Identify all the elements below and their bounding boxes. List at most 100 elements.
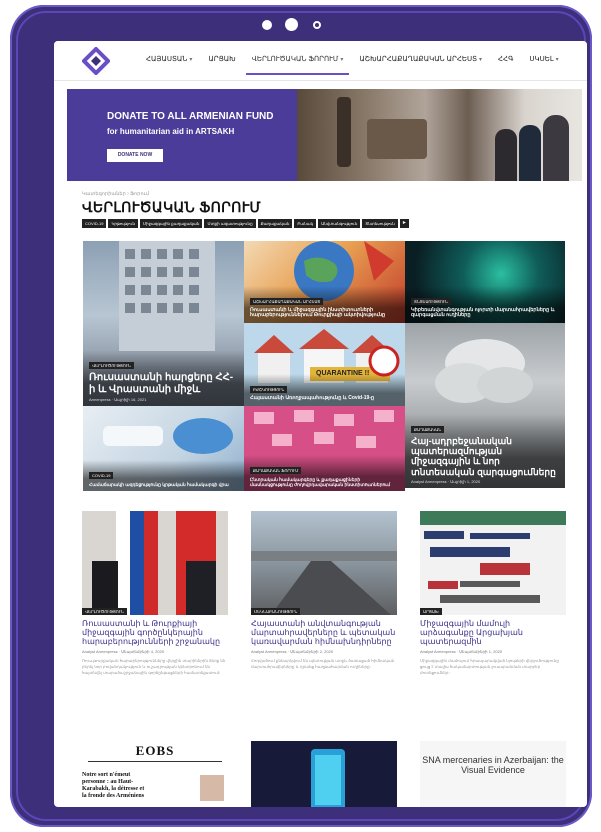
article-card-3[interactable]: ԱՐՑԱԽ Միջազգային մամուլի արձագանքը Արցախ…: [420, 511, 566, 677]
tile-title: Հայ-ադրբեջանական պատերազմության միջազգայ…: [411, 435, 556, 477]
tech-card[interactable]: [251, 741, 397, 807]
tile-overlay: ՔԱՂԱՔԱԿԱՆ Հայ-ադրբեջանական պատերազմությա…: [405, 413, 565, 488]
camera-ring: [313, 21, 321, 29]
article-card-1[interactable]: ՎԵՐԼՈՒԾՈՒԹՅՈՒՆ Ռուսաստանի և Թուրքիայի մի…: [82, 511, 228, 677]
card-excerpt: Հոդվածում քննարկվում են պետության առջև ծ…: [251, 657, 395, 669]
rail-illustration: [251, 551, 397, 615]
photo-child-2: [519, 125, 541, 181]
donate-banner[interactable]: DONATE TO ALL ARMENIAN FUND for humanita…: [67, 89, 582, 181]
nav-item-label: ՀԱՅԱՍՏԱՆ: [146, 56, 188, 63]
tag-0[interactable]: COVID-19: [82, 219, 107, 228]
card-meta: Analyst Armenpress · Սեպտեմբերի 1, 2020: [420, 648, 503, 654]
nav-item-label: ՍԿՍԵԼ: [529, 56, 554, 63]
card-title[interactable]: Հայաստանի անվտանգության մարտահրավերները …: [251, 619, 397, 647]
tag-2[interactable]: Միջազգային քաղաքական: [140, 219, 203, 228]
nav-item-label: ՎԵՐԼՈՒԾԱԿԱՆ ՖՈՐՈՒՄ: [251, 56, 339, 63]
phone-illustration: [311, 749, 345, 807]
nav-item-4[interactable]: ՀՀԳ: [492, 53, 519, 75]
tags-more-button[interactable]: ▸: [399, 219, 409, 228]
tag-7[interactable]: Տնտեսություն: [362, 219, 398, 228]
card-image: ԱՐՑԱԽ: [420, 511, 566, 615]
mosaic-tile-4[interactable]: QUARANTINE !! ԲԺՇԿՈՒԹՅՈՒՆ Հայաստանի Առող…: [244, 323, 405, 406]
more-articles: EOBS Notre sort n'émeut personne : au Ha…: [82, 741, 572, 807]
card-image: ՄԵԿՆԱԲԱՆՈՒԹՅՈՒՆ: [251, 511, 397, 615]
sna-card[interactable]: SNA mercenaries in Azerbaijan: the Visua…: [420, 741, 566, 807]
word-cloud-illustration: [420, 511, 566, 603]
eobs-headline: Notre sort n'émeut personne : au Haut- K…: [82, 772, 145, 799]
chevron-down-icon: ▾: [479, 57, 483, 63]
flags-illustration: [82, 511, 228, 615]
photo-rubble: [367, 119, 427, 159]
tile-title: Կիբեռանվտանգության ոլորտի մարտահրավերներ…: [411, 306, 555, 319]
mosaic-tile-7[interactable]: ՔԱՂԱՔԱԿԱՆ ՖՈՐՈՒՄ Ընտրական համակարգերը և …: [244, 406, 405, 491]
tile-title: Ռուսաստանի հարցերը ՀՀ-ի և Վրաստանի միջև: [89, 372, 234, 395]
tablet-frame: ՀԱՅԱՍՏԱՆ ▾ ԱՐՑԱԽ ՎԵՐԼՈՒԾԱԿԱՆ ՖՈՐՈՒՄ ▾ ԱՇԽԱՐՀԱ…: [10, 5, 592, 827]
sna-headline: SNA mercenaries in Azerbaijan: the Visua…: [422, 755, 564, 776]
tag-1[interactable]: Կրթություն: [108, 219, 138, 228]
browser-screen: ՀԱՅԱՍՏԱՆ ▾ ԱՐՑԱԽ ՎԵՐԼՈՒԾԱԿԱՆ ՖՈՐՈՒՄ ▾ ԱՇԽԱՐՀԱ…: [54, 41, 587, 807]
banner-subtitle: for humanitarian aid in ARTSAKH: [107, 127, 235, 136]
mosaic-tile-2[interactable]: ԱՇԽԱՐՀԱՔԱՂԱՔԱԿԱՆ ԱՐՀԵՍՏ Ռուսաստանի և միջ…: [244, 241, 405, 323]
tile-title: Համաճարակի ազդեցությունը կրթական համակար…: [89, 481, 229, 487]
category-tags: COVID-19 Կրթություն Միջազգային քաղաքական Մտ…: [82, 219, 409, 228]
tile-category: ԲԺՇԿՈՒԹՅՈՒՆ: [250, 386, 288, 394]
tile-category: COVID-19: [89, 471, 114, 479]
mosaic-tile-6[interactable]: COVID-19 Համաճարակի ազդեցությունը կրթակա…: [83, 406, 244, 491]
mosaic-tile-1[interactable]: ՎԵՐԼՈՒԾՈՒԹՅՈՒՆ Ռուսաստանի հարցերը ՀՀ-ի և…: [83, 241, 244, 406]
chevron-down-icon: ▾: [340, 57, 344, 63]
mosaic-tile-3[interactable]: ՏՆՏԵՍՈՒԹՅՈՒՆ Կիբեռանվտանգության ոլորտի մ…: [405, 241, 565, 323]
tile-overlay: ԱՇԽԱՐՀԱՔԱՂԱՔԱԿԱՆ ԱՐՀԵՍՏ Ռուսաստանի և միջ…: [244, 285, 405, 323]
tile-overlay: ՏՆՏԵՍՈՒԹՅՈՒՆ Կիբեռանվտանգության ոլորտի մ…: [405, 285, 565, 323]
nav-item-2[interactable]: ՎԵՐԼՈՒԾԱԿԱՆ ՖՈՐՈՒՄ ▾: [245, 53, 350, 75]
banner-photo: [297, 89, 582, 181]
card-category: ՄԵԿՆԱԲԱՆՈՒԹՅՈՒՆ: [251, 608, 301, 615]
nav-item-label: ԱՐՑԱԽ: [208, 56, 236, 63]
nav-item-1[interactable]: ԱՐՑԱԽ: [202, 53, 241, 75]
tag-3[interactable]: Մտքի ազատությունը: [204, 219, 256, 228]
tile-category: ՔԱՂԱՔԱԿԱՆ: [411, 425, 445, 433]
nav-item-5[interactable]: ՍԿՍԵԼ ▾: [523, 53, 564, 75]
eobs-logo: EOBS: [135, 743, 175, 758]
tile-meta: Armenpress · Ապրիլի 16, 2021: [89, 397, 147, 402]
card-excerpt: Ռուս-թուրքական հարաբերությունները վերջին…: [82, 657, 226, 676]
tag-5[interactable]: Բանակ: [294, 219, 317, 228]
tag-6[interactable]: Անվտանգություն: [318, 219, 361, 228]
tile-title: Ռուսաստանի և միջազգային ինստիտուտների հա…: [250, 306, 386, 319]
tile-overlay: COVID-19 Համաճարակի ազդեցությունը կրթակա…: [83, 459, 244, 491]
eobs-card[interactable]: EOBS Notre sort n'émeut personne : au Ha…: [82, 741, 228, 807]
tile-overlay: ԲԺՇԿՈՒԹՅՈՒՆ Հայաստանի Առողջապահությունը …: [244, 374, 405, 406]
eobs-photo: [200, 775, 224, 801]
tile-category: ՎԵՐԼՈՒԾՈՒԹՅՈՒՆ: [89, 362, 134, 369]
article-card-2[interactable]: ՄԵԿՆԱԲԱՆՈՒԹՅՈՒՆ Հայաստանի անվտանգության …: [251, 511, 397, 670]
camera-dot-2: [285, 18, 298, 31]
divider: [88, 761, 222, 762]
tile-category: ԱՇԽԱՐՀԱՔԱՂԱՔԱԿԱՆ ԱՐՀԵՍՏ: [250, 297, 324, 305]
page-title: ՎԵՐԼՈՒԾԱԿԱՆ ՖՈՐՈՒՄ: [82, 199, 261, 215]
donate-now-button[interactable]: DONATE NOW: [107, 149, 163, 162]
card-title[interactable]: Միջազգային մամուլի արձագանքը Արցախյան պա…: [420, 619, 566, 647]
chevron-down-icon: ▾: [555, 57, 559, 63]
tag-4[interactable]: Քաղաքական: [257, 219, 293, 228]
tile-category: ՏՆՏԵՍՈՒԹՅՈՒՆ: [411, 297, 451, 305]
breadcrumb[interactable]: Կատեգորիաներ › Ֆորում: [82, 191, 149, 197]
tile-category: ՔԱՂԱՔԱԿԱՆ ՖՈՐՈՒՄ: [250, 466, 302, 474]
site-logo-icon[interactable]: [82, 47, 110, 75]
nav-item-label: ԱՇԽԱՐՀԱՔԱՂԱՔԱԿԱՆ ԱՐՀԵՍՏ: [359, 56, 478, 63]
tile-overlay: ՎԵՐԼՈՒԾՈՒԹՅՈՒՆ Ռուսաստանի հարցերը ՀՀ-ի և…: [83, 350, 244, 406]
tile-meta: Analyst Armenpress · Ապրիլի 1, 2020: [411, 479, 481, 484]
card-category: ՎԵՐԼՈՒԾՈՒԹՅՈՒՆ: [82, 608, 127, 615]
card-meta: Analyst Armenpress · Սեպտեմբերի 4, 2020: [82, 648, 165, 654]
nav-item-3[interactable]: ԱՇԽԱՐՀԱՔԱՂԱՔԱԿԱՆ ԱՐՀԵՍՏ ▾: [353, 53, 488, 75]
photo-child-3: [543, 115, 569, 181]
banner-text-panel: DONATE TO ALL ARMENIAN FUND for humanita…: [67, 89, 297, 181]
tile-overlay: ՔԱՂԱՔԱԿԱՆ ՖՈՐՈՒՄ Ընտրական համակարգերը և …: [244, 454, 405, 491]
nav-item-0[interactable]: ՀԱՅԱՍՏԱՆ ▾: [140, 53, 198, 75]
card-image: ՎԵՐԼՈՒԾՈՒԹՅՈՒՆ: [82, 511, 228, 615]
tile-title: Ընտրական համակարգերը և քաղաքացիների մասն…: [250, 476, 391, 487]
mosaic-tile-5[interactable]: ՔԱՂԱՔԱԿԱՆ Հայ-ադրբեջանական պատերազմությա…: [405, 323, 565, 488]
card-category: ԱՐՑԱԽ: [420, 608, 442, 615]
card-excerpt: Միջազգային մամուլում հրապարակված նյութեր…: [420, 657, 559, 676]
photo-figure: [337, 97, 351, 167]
camera-dot-1: [262, 20, 272, 30]
card-title[interactable]: Ռուսաստանի և Թուրքիայի միջազգային գործըն…: [82, 619, 228, 647]
